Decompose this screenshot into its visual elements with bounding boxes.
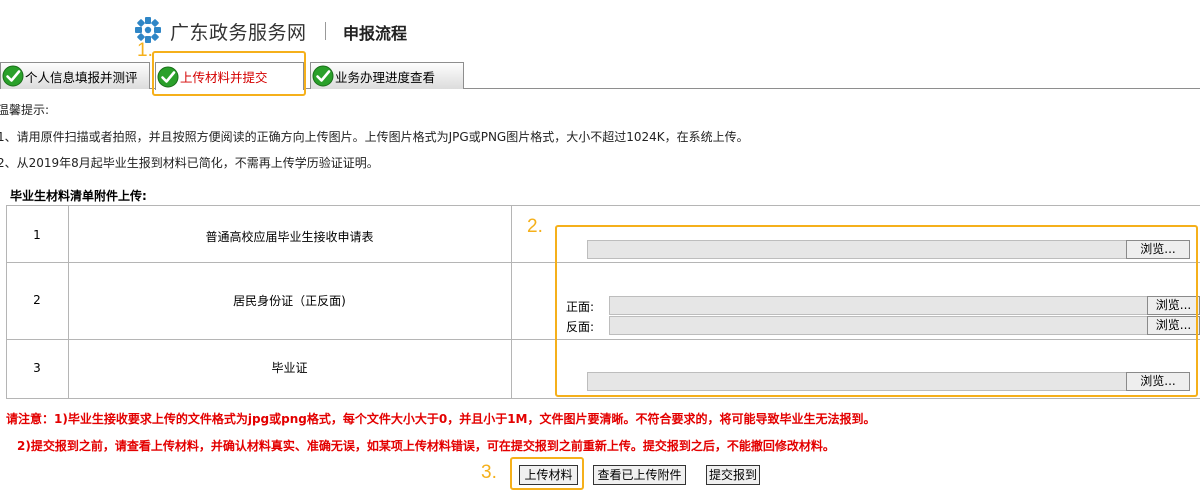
page-title: 申报流程 bbox=[343, 24, 408, 43]
tab-progress-label: 业务办理进度查看 bbox=[335, 69, 436, 85]
check-circle-icon bbox=[2, 65, 24, 87]
materials-section-title: 毕业生材料清单附件上传: bbox=[10, 189, 147, 203]
row-number: 1 bbox=[33, 228, 41, 242]
annotation-1: 1. bbox=[137, 40, 153, 61]
view-uploaded-button[interactable]: 查看已上传附件 bbox=[593, 465, 686, 485]
table-border-bottom bbox=[6, 398, 1200, 399]
tab-personal-info[interactable]: 个人信息填报并测评 bbox=[0, 62, 150, 89]
annotation-2-box bbox=[555, 225, 1198, 397]
row-number: 3 bbox=[33, 361, 41, 375]
notice-line-2: 2)提交报到之前，请查看上传材料，并确认材料真实、准确无误，如某项上传材料错误，… bbox=[17, 439, 835, 453]
tips-line-1: 1、请用原件扫描或者拍照，并且按照方便阅读的正确方向上传图片。上传图片格式为JP… bbox=[0, 130, 749, 144]
table-border-top bbox=[6, 205, 1200, 206]
notice-line-1: 请注意：1)毕业生接收要求上传的文件格式为jpg或png格式，每个文件大小大于0… bbox=[6, 412, 876, 426]
material-name: 普通高校应届毕业生接收申请表 bbox=[205, 230, 374, 244]
annotation-1-box bbox=[152, 51, 306, 96]
tips-title: 温馨提示: bbox=[0, 103, 50, 117]
tab-progress[interactable]: 业务办理进度查看 bbox=[310, 62, 464, 89]
submit-report-button[interactable]: 提交报到 bbox=[706, 465, 760, 485]
upload-materials-button[interactable]: 上传材料 bbox=[519, 465, 578, 485]
annotation-2: 2. bbox=[527, 216, 543, 237]
table-col-divider bbox=[511, 205, 512, 399]
tab-personal-info-label: 个人信息填报并测评 bbox=[25, 69, 138, 85]
annotation-3: 3. bbox=[481, 462, 497, 483]
site-title: 广东政务服务网 bbox=[170, 22, 307, 44]
row-number: 2 bbox=[33, 293, 41, 307]
material-name: 居民身份证（正反面) bbox=[233, 294, 346, 308]
material-name: 毕业证 bbox=[271, 361, 308, 375]
header-divider bbox=[325, 22, 326, 40]
check-circle-icon bbox=[312, 65, 334, 87]
tips-line-2: 2、从2019年8月起毕业生报到材料已简化，不需再上传学历验证证明。 bbox=[0, 156, 379, 170]
